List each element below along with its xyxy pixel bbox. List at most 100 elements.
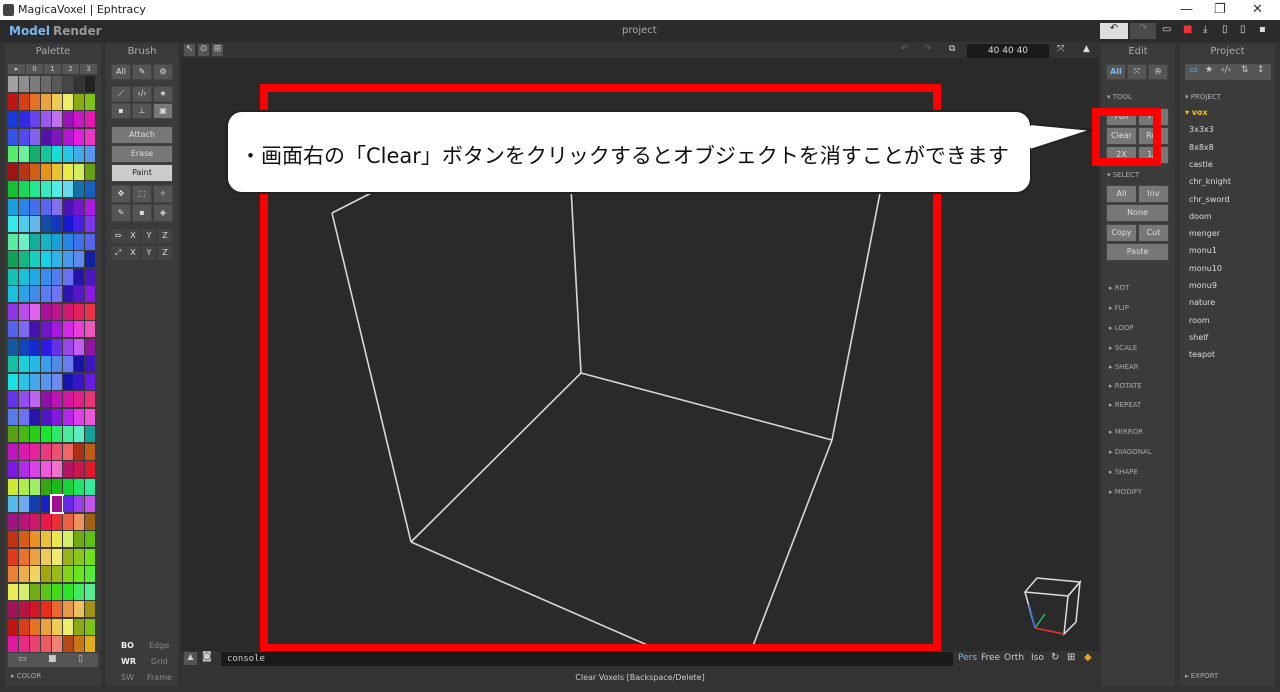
palette-swatch[interactable] [63,566,73,582]
palette-swatch[interactable] [74,216,84,232]
palette-swatch[interactable] [52,251,62,267]
collapse-icon[interactable]: ▲ [1083,44,1090,54]
palette-swatch[interactable] [19,93,29,110]
palette-swatch[interactable] [8,251,18,267]
palette-swatch[interactable] [63,286,73,302]
palette-swatch[interactable] [8,128,18,145]
palette-swatch[interactable] [74,356,84,372]
export-icon[interactable]: ⤓ [1203,24,1207,35]
palette-swatch[interactable] [19,321,29,337]
palette-swatch[interactable] [30,286,40,302]
orientation-cube-icon[interactable] [1023,576,1083,636]
palette-swatch[interactable] [19,636,29,652]
restore-button[interactable]: ❐ [1214,2,1226,17]
palette-swatch[interactable] [74,513,84,530]
palette-swatch[interactable] [41,478,51,495]
palette-swatch[interactable] [63,233,73,250]
palette-swatch[interactable] [19,251,29,267]
copy-file-icon[interactable]: ▯ [1240,24,1246,35]
palette-swatch[interactable] [19,373,29,390]
project-item[interactable]: monu10 [1189,264,1222,273]
project-item[interactable]: shelf [1189,333,1208,342]
project-item[interactable]: menger [1189,229,1220,238]
attach-button[interactable]: Attach [111,126,173,144]
picker-icon[interactable]: ✎ [111,204,131,222]
palette-swatch[interactable] [30,198,40,215]
palette-swatch[interactable] [74,443,84,460]
palette-swatch[interactable] [30,531,40,547]
palette-swatch[interactable] [41,111,51,127]
brush-settings-icon[interactable]: ⚙ [153,64,173,80]
palette-swatch[interactable] [41,268,51,285]
palette-swatch[interactable] [74,478,84,495]
camera-icon[interactable]: ◙ [202,651,212,662]
palette-swatch[interactable] [74,338,84,355]
palette-swatch[interactable] [85,233,95,250]
palette-swatch[interactable] [74,76,84,92]
palette-swatch[interactable] [41,233,51,250]
palette-swatch[interactable] [74,93,84,110]
palette-swatch[interactable] [85,111,95,127]
palette-swatch[interactable] [8,478,18,495]
open-icon[interactable]: ▭ [1162,24,1171,35]
palette-swatch[interactable] [63,496,73,512]
palette-swatch[interactable] [52,373,62,390]
fill-icon[interactable]: ◈ [153,204,173,222]
palette-swatch[interactable] [41,181,51,197]
palette-swatch[interactable] [41,338,51,355]
palette-swatch[interactable] [85,163,95,180]
palette-swatch[interactable] [85,496,95,512]
cube-icon[interactable]: ◆ [1084,652,1092,663]
palette-swatch[interactable] [63,146,73,162]
palette-swatch[interactable] [8,181,18,197]
project-item[interactable]: teapot [1189,350,1215,359]
palette-swatch[interactable] [52,321,62,337]
palette-swatch[interactable] [30,303,40,320]
palette-swatch[interactable] [19,286,29,302]
palette-swatch[interactable] [30,93,40,110]
palette-tab-3[interactable]: 2 [62,64,79,74]
project-item[interactable]: monu9 [1189,281,1217,290]
axis-icon[interactable]: ⤢ [111,246,125,260]
palette-swatch[interactable] [85,408,95,425]
axis-z[interactable]: Z [158,246,172,260]
save-icon[interactable]: ■ [1183,24,1192,35]
palette-swatch[interactable] [74,548,84,565]
palette-swatch[interactable] [63,531,73,547]
palette-swatch[interactable] [63,461,73,477]
palette-swatch[interactable] [63,391,73,407]
palette-swatch[interactable] [74,601,84,617]
palette-swatch[interactable] [8,198,18,215]
palette-swatch[interactable] [63,128,73,145]
palette-swatch[interactable] [19,163,29,180]
palette-swatch[interactable] [74,146,84,162]
palette-swatch[interactable] [52,618,62,635]
palette-swatch[interactable] [52,408,62,425]
palette-swatch[interactable] [19,601,29,617]
palette-swatch[interactable] [19,566,29,582]
erase-button[interactable]: Erase [111,145,173,163]
palette-swatch[interactable] [74,408,84,425]
color-section-label[interactable]: ▸ COLOR [11,672,41,680]
close-button[interactable]: ✕ [1252,2,1263,17]
palette-swatch[interactable] [30,566,40,582]
palette-swatch[interactable] [8,233,18,250]
palette-swatch[interactable] [30,408,40,425]
palette-swatch[interactable] [30,391,40,407]
palette-swatch[interactable] [19,461,29,477]
palette-swatch[interactable] [30,461,40,477]
palette-swatch[interactable] [74,461,84,477]
palette-swatch[interactable] [63,636,73,652]
edit-section-5[interactable]: ▸ ROTATE [1109,382,1142,390]
palette-swatch[interactable] [85,303,95,320]
palette-swatch[interactable] [63,583,73,600]
iso-mode[interactable]: Iso [1031,653,1044,663]
palette-swatch[interactable] [30,251,40,267]
magic-wand-icon[interactable]: ✧ [153,185,173,203]
palette-swatch[interactable] [19,268,29,285]
palette-swatch[interactable] [41,443,51,460]
mirror-icon[interactable]: ⇔ [111,229,125,243]
palette-swatch[interactable] [63,513,73,530]
palette-swatch[interactable] [52,93,62,110]
palette-swatch[interactable] [85,286,95,302]
